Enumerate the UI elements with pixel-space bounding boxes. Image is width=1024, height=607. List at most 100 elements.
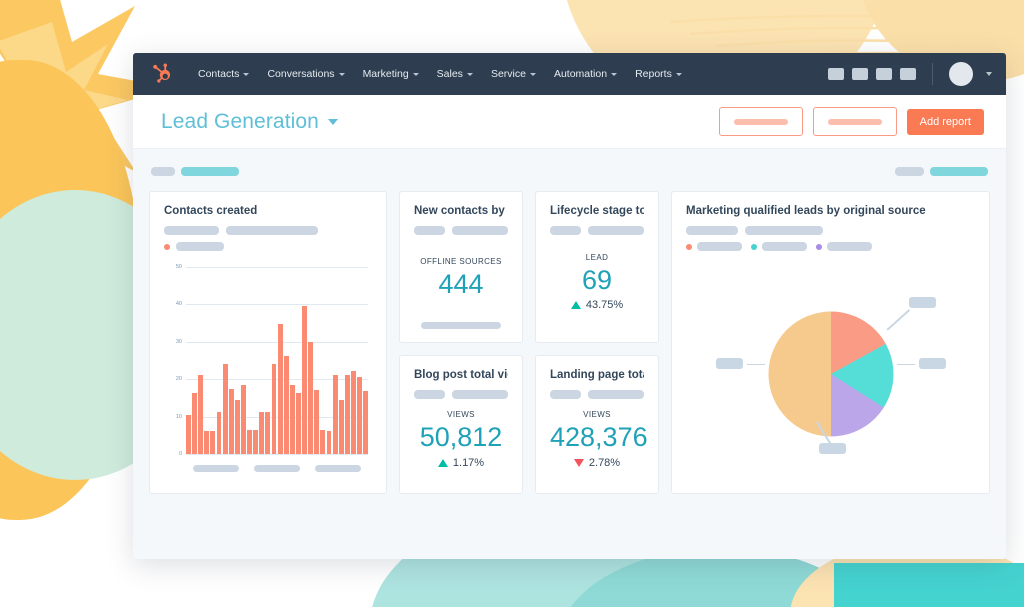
chevron-down-icon[interactable] <box>327 118 338 125</box>
bar[interactable] <box>222 363 228 454</box>
chevron-down-icon[interactable] <box>986 72 992 76</box>
top-navigation-bar: Contacts Conversations Marketing Sales S… <box>133 53 1006 95</box>
card-subtitle-placeholders <box>414 226 508 235</box>
bar[interactable] <box>271 363 277 454</box>
bar-chart: 0 10 20 30 40 50 <box>164 263 372 480</box>
nav-item-reports[interactable]: Reports <box>626 64 691 84</box>
bar[interactable] <box>308 341 314 454</box>
placeholder-bar <box>414 390 445 399</box>
nav-item-service[interactable]: Service <box>482 64 545 84</box>
pie-legend-item <box>686 242 742 251</box>
bar[interactable] <box>350 370 356 454</box>
legend-dot-icon <box>751 243 757 250</box>
placeholder-label <box>733 118 788 125</box>
toolbar-placeholder-filter[interactable] <box>181 166 239 176</box>
toolbar-placeholder-action[interactable] <box>895 166 924 176</box>
bar[interactable] <box>277 324 283 454</box>
marketplace-icon[interactable] <box>828 68 844 80</box>
placeholder-bar <box>451 226 508 235</box>
kpi-column-2: Lifecycle stage totals LEAD 69 43.75% La… <box>535 191 659 494</box>
kpi-delta-value: 1.17% <box>452 456 485 469</box>
card-title: Landing page total... <box>550 369 644 381</box>
bar[interactable] <box>210 431 216 454</box>
legend-dot-icon <box>164 243 170 250</box>
bar[interactable] <box>338 399 344 454</box>
bar[interactable] <box>295 393 301 454</box>
nav-divider <box>932 63 933 85</box>
triangle-down-icon <box>573 458 584 467</box>
bar[interactable] <box>204 431 210 454</box>
card-new-contacts-by-source[interactable]: New contacts by source OFFLINE SOURCES 4… <box>399 191 523 343</box>
kpi-delta: 2.78% <box>550 457 644 469</box>
add-report-button[interactable]: Add report <box>906 108 984 135</box>
card-blog-post-total-views[interactable]: Blog post total views VIEWS 50,812 1.17% <box>399 355 523 494</box>
avatar[interactable] <box>949 62 973 86</box>
kpi-label: OFFLINE SOURCES <box>420 256 502 266</box>
pie-leader-line <box>885 308 910 330</box>
bar[interactable] <box>186 415 191 454</box>
card-mql-by-original-source[interactable]: Marketing qualified leads by original so… <box>671 191 990 494</box>
card-title: Blog post total views <box>414 369 508 381</box>
bar[interactable] <box>363 390 369 454</box>
y-axis-tick-label: 30 <box>175 338 182 345</box>
bar[interactable] <box>216 411 222 454</box>
bar[interactable] <box>192 393 198 454</box>
dashboard-card-grid: Contacts created 0 10 20 30 40 50 New co… <box>149 191 990 494</box>
kpi-delta: 1.17% <box>414 457 508 469</box>
chevron-down-icon <box>529 73 536 76</box>
placeholder-bar <box>587 390 644 399</box>
nav-item-label: Sales <box>436 68 463 80</box>
notifications-icon[interactable] <box>900 68 916 80</box>
bar[interactable] <box>240 385 246 454</box>
pie-leader-line <box>746 363 765 365</box>
bar[interactable] <box>332 375 338 454</box>
bar[interactable] <box>253 430 259 454</box>
nav-item-contacts[interactable]: Contacts <box>189 64 258 84</box>
nav-item-label: Conversations <box>267 68 335 80</box>
toolbar-placeholder-action-primary[interactable] <box>930 166 988 176</box>
placeholder-bar <box>745 226 823 235</box>
hubspot-sprocket-icon[interactable] <box>151 63 173 85</box>
bar[interactable] <box>302 305 307 454</box>
nav-item-automation[interactable]: Automation <box>545 64 626 84</box>
bar[interactable] <box>234 400 240 454</box>
placeholder-bar <box>164 226 219 235</box>
bar[interactable] <box>320 430 326 454</box>
nav-item-conversations[interactable]: Conversations <box>258 64 353 84</box>
nav-item-sales[interactable]: Sales <box>428 64 482 84</box>
card-landing-page-total[interactable]: Landing page total... VIEWS 428,376 2.78… <box>535 355 659 494</box>
nav-item-marketing[interactable]: Marketing <box>354 64 428 84</box>
header-secondary-button-2[interactable] <box>812 107 897 136</box>
bar[interactable] <box>289 385 295 454</box>
kpi-delta-value: 2.78% <box>588 456 621 469</box>
bar-series <box>186 267 369 454</box>
bar[interactable] <box>344 374 350 454</box>
legend-dot-icon <box>686 243 692 250</box>
bar[interactable] <box>265 412 271 454</box>
bar[interactable] <box>247 430 253 454</box>
card-subtitle-placeholders <box>550 390 644 399</box>
toolbar-placeholder-control[interactable] <box>151 166 175 176</box>
placeholder-bar <box>226 226 318 235</box>
kpi-delta: 43.75% <box>550 299 644 311</box>
bar[interactable] <box>314 389 320 454</box>
bar[interactable] <box>357 376 362 454</box>
chevron-down-icon <box>412 73 419 76</box>
bar[interactable] <box>283 356 289 454</box>
header-secondary-button-1[interactable] <box>718 107 803 136</box>
page-title[interactable]: Lead Generation <box>161 110 319 134</box>
bar[interactable] <box>198 375 204 454</box>
bar[interactable] <box>228 389 234 454</box>
card-contacts-created[interactable]: Contacts created 0 10 20 30 40 50 <box>149 191 387 494</box>
settings-icon[interactable] <box>852 68 868 80</box>
bar[interactable] <box>259 411 265 454</box>
placeholder-bar <box>421 321 501 329</box>
bar[interactable] <box>326 430 332 454</box>
deco-rect-bottom-right <box>834 563 1024 607</box>
card-subtitle-placeholders <box>686 226 975 235</box>
pie-legend-item <box>751 242 807 251</box>
page-header: Lead Generation Add report <box>133 95 1006 149</box>
placeholder-bar <box>451 390 508 399</box>
card-lifecycle-stage-totals[interactable]: Lifecycle stage totals LEAD 69 43.75% <box>535 191 659 343</box>
help-icon[interactable] <box>876 68 892 80</box>
